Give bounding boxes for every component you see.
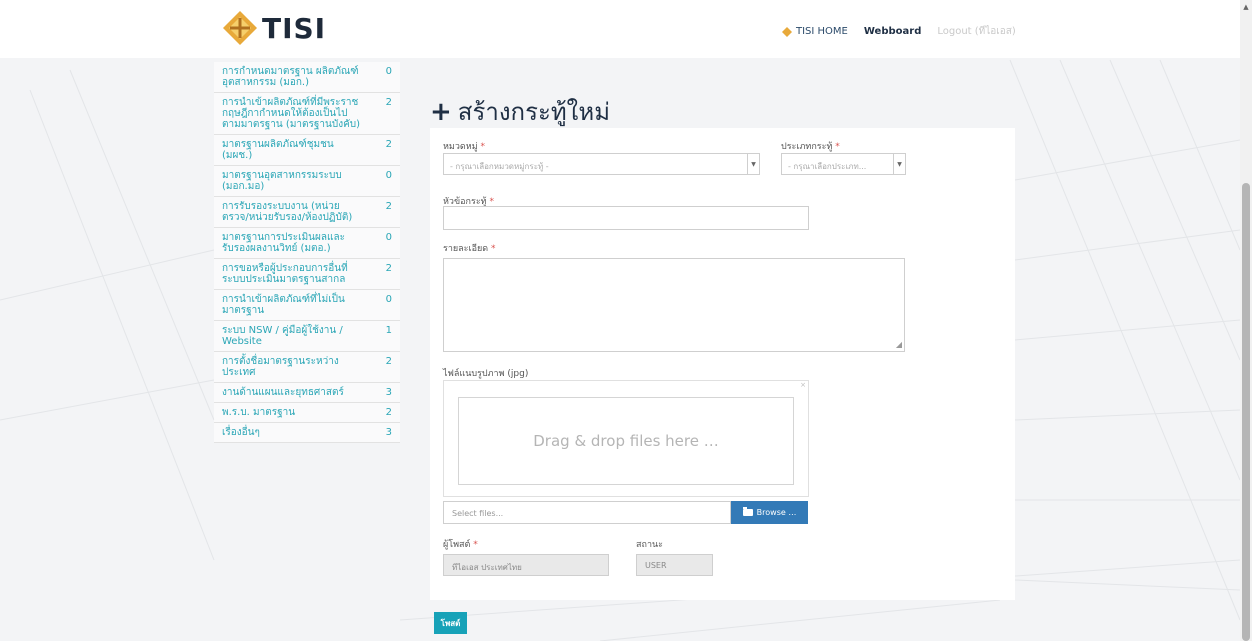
page-scrollbar[interactable]: ▲ (1240, 0, 1252, 641)
sidebar-item-count: 2 (385, 97, 392, 108)
type-label: ประเภทกระทู้ * (781, 142, 840, 152)
detail-label: รายละเอียด * (443, 244, 496, 254)
sidebar-item-label: การขอหรือผู้ประกอบการอื่นที่ระบบประเมินม… (222, 263, 348, 285)
sidebar-item-count: 2 (385, 201, 392, 212)
nav-webboard-link[interactable]: Webboard (864, 26, 921, 37)
nav-logout-link[interactable]: Logout (ทีไอเอส) (937, 24, 1015, 39)
chevron-down-icon: ▼ (747, 154, 759, 174)
sidebar-item-count: 0 (385, 232, 392, 243)
home-diamond-icon (782, 26, 792, 37)
folder-icon (742, 507, 753, 516)
scroll-thumb[interactable] (1242, 183, 1250, 641)
file-caption-placeholder: Select files... (452, 509, 504, 518)
sidebar-item[interactable]: การนำเข้าผลิตภัณฑ์ที่มีพระราชกฤษฎีกากำหน… (214, 93, 400, 135)
sidebar-item[interactable]: ระบบ NSW / คู่มือผู้ใช้งาน / Website 1 (214, 321, 400, 352)
sidebar-item-count: 2 (385, 407, 392, 418)
browse-button[interactable]: Browse … (731, 501, 808, 524)
scroll-up-icon[interactable]: ▲ (1240, 3, 1252, 11)
sidebar-item-label: งานด้านแผนและยุทธศาสตร์ (222, 387, 344, 398)
new-topic-form (430, 128, 1015, 600)
sidebar-item[interactable]: การกำหนดมาตรฐาน ผลิตภัณฑ์อุตสาหกรรม (มอก… (214, 62, 400, 93)
sidebar-item-count: 0 (385, 170, 392, 181)
dropzone-area[interactable]: Drag & drop files here … (458, 397, 794, 485)
sidebar-item[interactable]: มาตรฐานผลิตภัณฑ์ชุมชน (มผช.) 2 (214, 135, 400, 166)
type-select-value: - กรุณาเลือกประเภท... (788, 162, 867, 171)
sidebar-item-count: 0 (385, 66, 392, 77)
status-value: USER (645, 561, 667, 570)
plus-icon: + (430, 96, 452, 127)
sidebar-item-label: มาตรฐานอุตสาหกรรมระบบ (มอก.มอ) (222, 170, 342, 192)
nav-logout-label: Logout (ทีไอเอส) (937, 26, 1016, 37)
poster-label: ผู้โพสต์ * (443, 540, 478, 550)
sidebar-item[interactable]: พ.ร.บ. มาตรฐาน 2 (214, 403, 400, 423)
poster-field: ทีไอเอส ประเทศไทย (443, 554, 609, 576)
sidebar-item-count: 2 (385, 139, 392, 150)
detail-textarea[interactable]: ◢ (443, 258, 905, 352)
sidebar-item-label: การนำเข้าผลิตภัณฑ์ที่ไม่เป็นมาตรฐาน (222, 294, 345, 316)
close-icon[interactable]: × (800, 381, 806, 389)
sidebar-item[interactable]: การขอหรือผู้ประกอบการอื่นที่ระบบประเมินม… (214, 259, 400, 290)
status-field: USER (636, 554, 713, 576)
category-sidebar: การกำหนดมาตรฐาน ผลิตภัณฑ์อุตสาหกรรม (มอก… (214, 62, 400, 443)
sidebar-item[interactable]: การตั้งชื่อมาตรฐานระหว่างประเทศ 2 (214, 352, 400, 383)
sidebar-item-count: 2 (385, 356, 392, 367)
sidebar-item-label: การรับรองระบบงาน (หน่วยตรวจ/หน่วยรับรอง/… (222, 201, 353, 223)
tisi-logo[interactable]: TISI (222, 10, 326, 46)
category-select-value: - กรุณาเลือกหมวดหมู่กระทู้ - (450, 162, 549, 171)
sidebar-item-label: พ.ร.บ. มาตรฐาน (222, 407, 296, 418)
sidebar-item-label: ระบบ NSW / คู่มือผู้ใช้งาน / Website (222, 325, 343, 347)
nav-home-label: TISI HOME (796, 26, 848, 37)
file-dropzone[interactable]: × Drag & drop files here … (443, 380, 809, 497)
dropzone-text: Drag & drop files here … (533, 432, 719, 450)
resize-grip-icon[interactable]: ◢ (896, 340, 902, 349)
sidebar-item[interactable]: การรับรองระบบงาน (หน่วยตรวจ/หน่วยรับรอง/… (214, 197, 400, 228)
sidebar-item-count: 1 (385, 325, 392, 336)
sidebar-item[interactable]: การนำเข้าผลิตภัณฑ์ที่ไม่เป็นมาตรฐาน 0 (214, 290, 400, 321)
category-select[interactable]: - กรุณาเลือกหมวดหมู่กระทู้ - ▼ (443, 153, 760, 175)
attachment-label: ไฟล์แนบรูปภาพ (jpg) (443, 369, 529, 379)
sidebar-item-label: เรื่องอื่นๆ (222, 427, 260, 438)
sidebar-item-label: มาตรฐานการประเมินผลและรับรองผลงานวิทย์ (… (222, 232, 345, 254)
sidebar-item-count: 2 (385, 263, 392, 274)
submit-label: โพสต์ (440, 618, 461, 628)
sidebar-item[interactable]: เรื่องอื่นๆ 3 (214, 423, 400, 443)
sidebar-item[interactable]: มาตรฐานการประเมินผลและรับรองผลงานวิทย์ (… (214, 228, 400, 259)
type-select[interactable]: - กรุณาเลือกประเภท... ▼ (781, 153, 906, 175)
sidebar-item-count: 3 (385, 387, 392, 398)
sidebar-item-label: การนำเข้าผลิตภัณฑ์ที่มีพระราชกฤษฎีกากำหน… (222, 97, 361, 130)
chevron-down-icon: ▼ (893, 154, 905, 174)
sidebar-item-count: 3 (385, 427, 392, 438)
submit-button[interactable]: โพสต์ (434, 612, 467, 634)
poster-value: ทีไอเอส ประเทศไทย (452, 563, 522, 572)
page-title-text: สร้างกระทู้ใหม่ (457, 98, 611, 126)
top-header: TISI TISI HOME Webboard Logout (ทีไอเอส) (0, 0, 1240, 58)
tisi-diamond-icon (223, 11, 257, 45)
category-label: หมวดหมู่ * (443, 142, 486, 152)
status-label: สถานะ (636, 540, 663, 550)
topic-input[interactable] (443, 206, 809, 230)
browse-label: Browse … (756, 508, 797, 517)
sidebar-item-count: 0 (385, 294, 392, 305)
page-title: + สร้างกระทู้ใหม่ (430, 92, 610, 131)
sidebar-item[interactable]: งานด้านแผนและยุทธศาสตร์ 3 (214, 383, 400, 403)
nav-webboard-label: Webboard (863, 26, 922, 37)
logo-text: TISI (262, 11, 327, 45)
top-nav: TISI HOME Webboard Logout (ทีไอเอส) (782, 24, 1032, 39)
nav-home-link[interactable]: TISI HOME (782, 26, 848, 37)
sidebar-item-label: การตั้งชื่อมาตรฐานระหว่างประเทศ (222, 356, 339, 378)
sidebar-item-label: การกำหนดมาตรฐาน ผลิตภัณฑ์อุตสาหกรรม (มอก… (222, 66, 359, 88)
sidebar-item[interactable]: มาตรฐานอุตสาหกรรมระบบ (มอก.มอ) 0 (214, 166, 400, 197)
sidebar-item-label: มาตรฐานผลิตภัณฑ์ชุมชน (มผช.) (222, 139, 334, 161)
file-caption-input[interactable]: Select files... (443, 501, 731, 524)
